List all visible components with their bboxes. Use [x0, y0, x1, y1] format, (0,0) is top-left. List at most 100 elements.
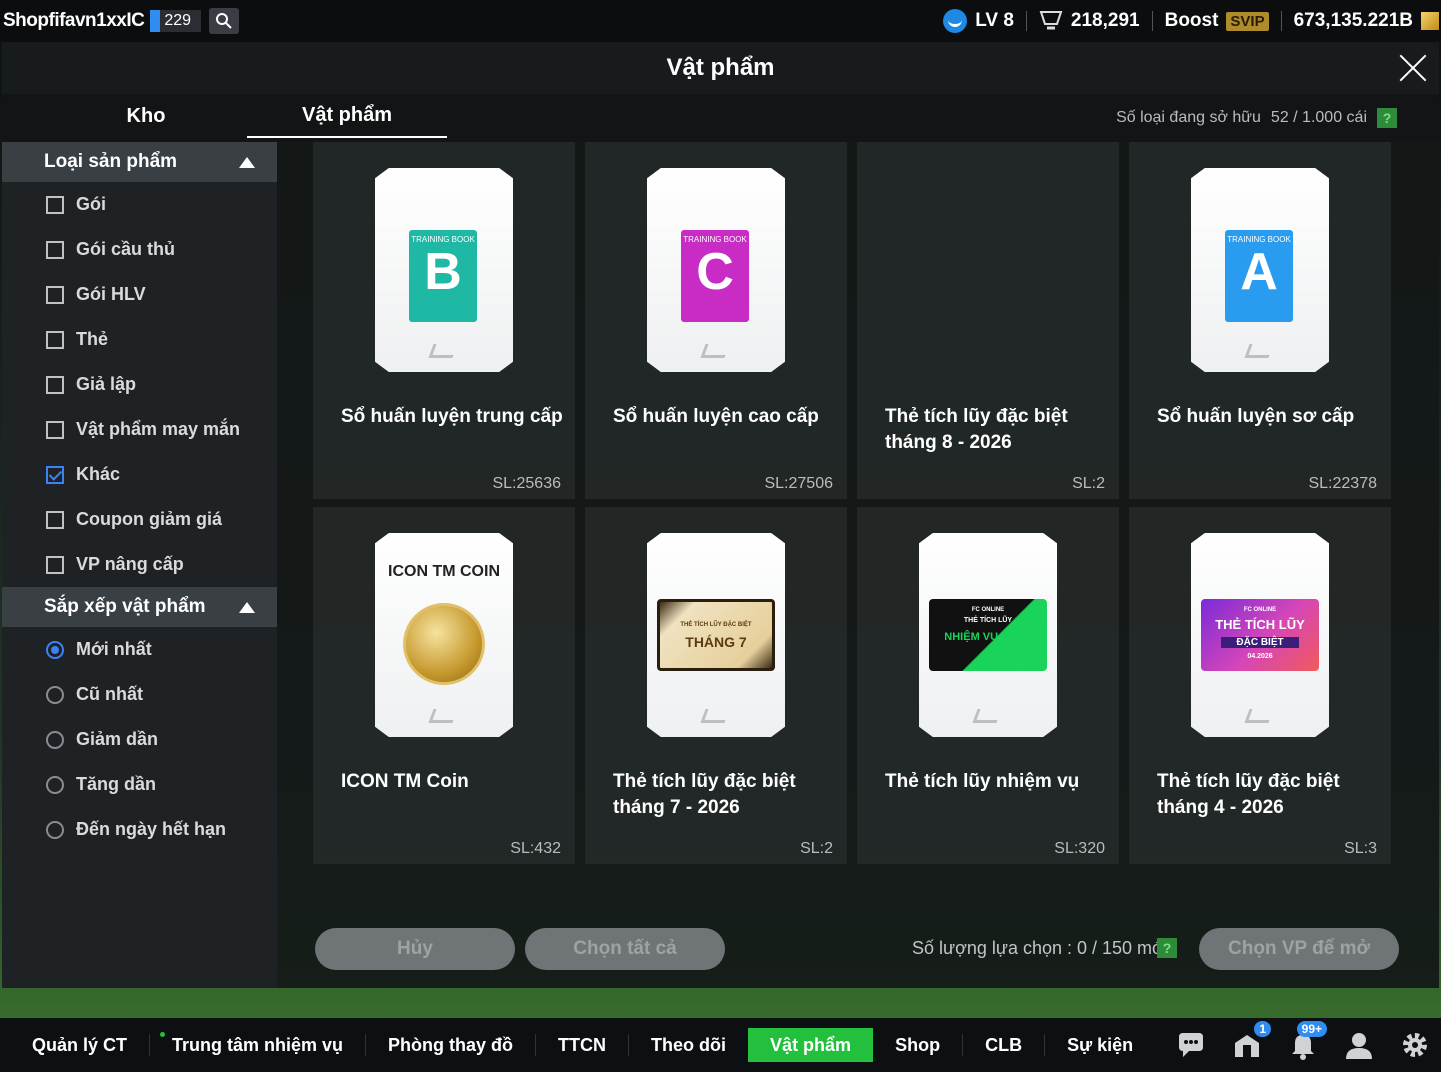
- sort-descending[interactable]: Giảm dần: [2, 717, 277, 762]
- sort-label: Mới nhất: [76, 639, 152, 659]
- filter-goi-cau-thu[interactable]: Gói cầu thủ: [2, 227, 277, 272]
- filter-label: Giả lập: [76, 374, 137, 394]
- filter-gia-lap[interactable]: Giả lập: [2, 362, 277, 407]
- select-all-button[interactable]: Chọn tất cả: [525, 928, 725, 970]
- top-bar: Shopfifavn1xxIC 229 LV 8 218,291 Boost S…: [0, 0, 1441, 42]
- search-button[interactable]: [209, 8, 240, 34]
- radio[interactable]: [46, 730, 64, 749]
- checkbox[interactable]: [46, 555, 64, 574]
- radio[interactable]: [46, 685, 64, 704]
- ticket-big-text: THÁNG 7: [685, 634, 747, 650]
- checkbox[interactable]: [46, 240, 64, 259]
- close-icon[interactable]: [1395, 50, 1431, 86]
- filter-label: VP nâng cấp: [76, 554, 184, 574]
- nav-trung-tam-nhiem-vu[interactable]: Trung tâm nhiệm vụ: [150, 1018, 365, 1072]
- item-name: Thẻ tích lũy đặc biệt tháng 4 - 2026: [1157, 771, 1340, 818]
- category-header[interactable]: Loại sản phẩm: [2, 142, 277, 182]
- item-qty: SL:2: [800, 840, 833, 857]
- item-image: FC ONLINE THẺ TÍCH LŨY ĐẶC BIỆT 04.2026: [1191, 533, 1329, 737]
- nav-ttcn[interactable]: TTCN: [536, 1018, 628, 1072]
- sort-header[interactable]: Sắp xếp vật phẩm: [2, 587, 277, 627]
- nav-clb[interactable]: CLB: [963, 1018, 1044, 1072]
- sort-oldest[interactable]: Cũ nhất: [2, 672, 277, 717]
- nav-quan-ly-ct[interactable]: Quản lý CT: [0, 1018, 149, 1072]
- item-card[interactable]: THẺ TÍCH LŨY ĐẶC BIỆT THÁNG 7 Thẻ tích l…: [585, 507, 847, 864]
- item-card[interactable]: Thẻ tích lũy đặc biệt tháng 8 - 2026 SL:…: [857, 142, 1119, 499]
- divider: [1151, 11, 1153, 31]
- filter-the[interactable]: Thẻ: [2, 317, 277, 362]
- item-card[interactable]: TRAINING BOOK A Sổ huấn luyện sơ cấp SL:…: [1129, 142, 1391, 499]
- filter-vat-pham-may-man[interactable]: Vật phẩm may mắn: [2, 407, 277, 452]
- settings-gear-icon[interactable]: [1399, 1029, 1431, 1061]
- filter-label: Gói HLV: [76, 284, 146, 304]
- open-selected-button[interactable]: Chọn VP để mở: [1199, 928, 1399, 970]
- coin-icon: [403, 603, 485, 685]
- filter-goi-hlv[interactable]: Gói HLV: [2, 272, 277, 317]
- level-icon: [943, 9, 968, 33]
- radio-selected[interactable]: [46, 640, 64, 659]
- currency-icon: [1421, 12, 1439, 30]
- item-image: TRAINING BOOK C: [647, 168, 785, 372]
- ticket-small-text: THẺ TÍCH LŨY ĐẶC BIỆT: [680, 622, 752, 628]
- nav-phong-thay-do[interactable]: Phòng thay đồ: [366, 1018, 535, 1072]
- tab-kho[interactable]: Kho: [46, 94, 246, 138]
- filter-label: Khác: [76, 464, 121, 484]
- item-image: ICON TM COIN: [375, 533, 513, 737]
- filter-label: Thẻ: [76, 329, 109, 349]
- filter-goi[interactable]: Gói: [2, 182, 277, 227]
- sort-ascending[interactable]: Tăng dần: [2, 762, 277, 807]
- user-count: 229: [150, 10, 202, 32]
- collapse-icon: [239, 601, 255, 613]
- training-book-icon: TRAINING BOOK C: [681, 230, 749, 322]
- filter-khac[interactable]: Khác: [2, 452, 277, 497]
- item-card[interactable]: TRAINING BOOK C Sổ huấn luyện cao cấp SL…: [585, 142, 847, 499]
- tab-vat-pham[interactable]: Vật phẩm: [247, 94, 447, 138]
- sort-label: Tăng dần: [76, 774, 156, 794]
- checkbox[interactable]: [46, 195, 64, 214]
- item-name: Thẻ tích lũy đặc biệt tháng 8 - 2026: [885, 406, 1068, 453]
- item-name: ICON TM Coin: [341, 771, 469, 792]
- chat-icon[interactable]: [1175, 1029, 1207, 1061]
- cancel-button[interactable]: Hủy: [315, 928, 515, 970]
- checkbox-checked[interactable]: [46, 465, 64, 484]
- radio[interactable]: [46, 775, 64, 794]
- filter-label: Gói cầu thủ: [76, 239, 175, 259]
- filter-vp-nang-cap[interactable]: VP nâng cấp: [2, 542, 277, 587]
- item-name: Sổ huấn luyện trung cấp: [341, 406, 563, 427]
- balance-text: 673,135.221B: [1293, 10, 1413, 31]
- nav-vat-pham[interactable]: Vật phẩm: [748, 1028, 874, 1062]
- filter-coupon[interactable]: Coupon giảm giá: [2, 497, 277, 542]
- checkbox[interactable]: [46, 510, 64, 529]
- fc-logo-icon: [700, 709, 730, 723]
- fc-logo-icon: [428, 709, 458, 723]
- checkbox[interactable]: [46, 420, 64, 439]
- checkbox[interactable]: [46, 375, 64, 394]
- nav-su-kien[interactable]: Sự kiện: [1045, 1018, 1155, 1072]
- item-card[interactable]: TRAINING BOOK B Sổ huấn luyện trung cấp …: [313, 142, 575, 499]
- item-name: Thẻ tích lũy đặc biệt tháng 7 - 2026: [613, 771, 796, 818]
- sort-newest[interactable]: Mới nhất: [2, 627, 277, 672]
- nav-shop[interactable]: Shop: [873, 1018, 962, 1072]
- item-card[interactable]: FC ONLINE THẺ TÍCH LŨY NHIỆM VỤ TUẦN Thẻ…: [857, 507, 1119, 864]
- checkbox[interactable]: [46, 330, 64, 349]
- item-image: FC ONLINE THẺ TÍCH LŨY NHIỆM VỤ TUẦN: [919, 533, 1057, 737]
- owned-count: Số loại đang sở hữu 52 / 1.000 cái ?: [1116, 108, 1397, 128]
- bell-icon[interactable]: 99+: [1287, 1021, 1327, 1061]
- collapse-icon: [239, 156, 255, 168]
- help-icon[interactable]: ?: [1157, 938, 1177, 958]
- help-icon[interactable]: ?: [1377, 108, 1397, 128]
- nav-theo-doi[interactable]: Theo dõi: [629, 1018, 748, 1072]
- mailbox-icon[interactable]: 1: [1231, 1021, 1271, 1061]
- item-card[interactable]: FC ONLINE THẺ TÍCH LŨY ĐẶC BIỆT 04.2026 …: [1129, 507, 1391, 864]
- radio[interactable]: [46, 820, 64, 839]
- item-card[interactable]: ICON TM COIN ICON TM Coin SL:432: [313, 507, 575, 864]
- checkbox[interactable]: [46, 285, 64, 304]
- ticket-brand: FC ONLINE: [971, 607, 1005, 613]
- sort-expiry[interactable]: Đến ngày hết hạn: [2, 807, 277, 852]
- profile-icon[interactable]: [1343, 1029, 1375, 1061]
- owned-value: 52 / 1.000 cái: [1270, 109, 1367, 126]
- item-qty: SL:320: [1054, 840, 1105, 857]
- filter-label: Coupon giảm giá: [76, 509, 222, 529]
- notification-badge: 99+: [1296, 1021, 1327, 1037]
- item-image: TRAINING BOOK A: [1191, 168, 1329, 372]
